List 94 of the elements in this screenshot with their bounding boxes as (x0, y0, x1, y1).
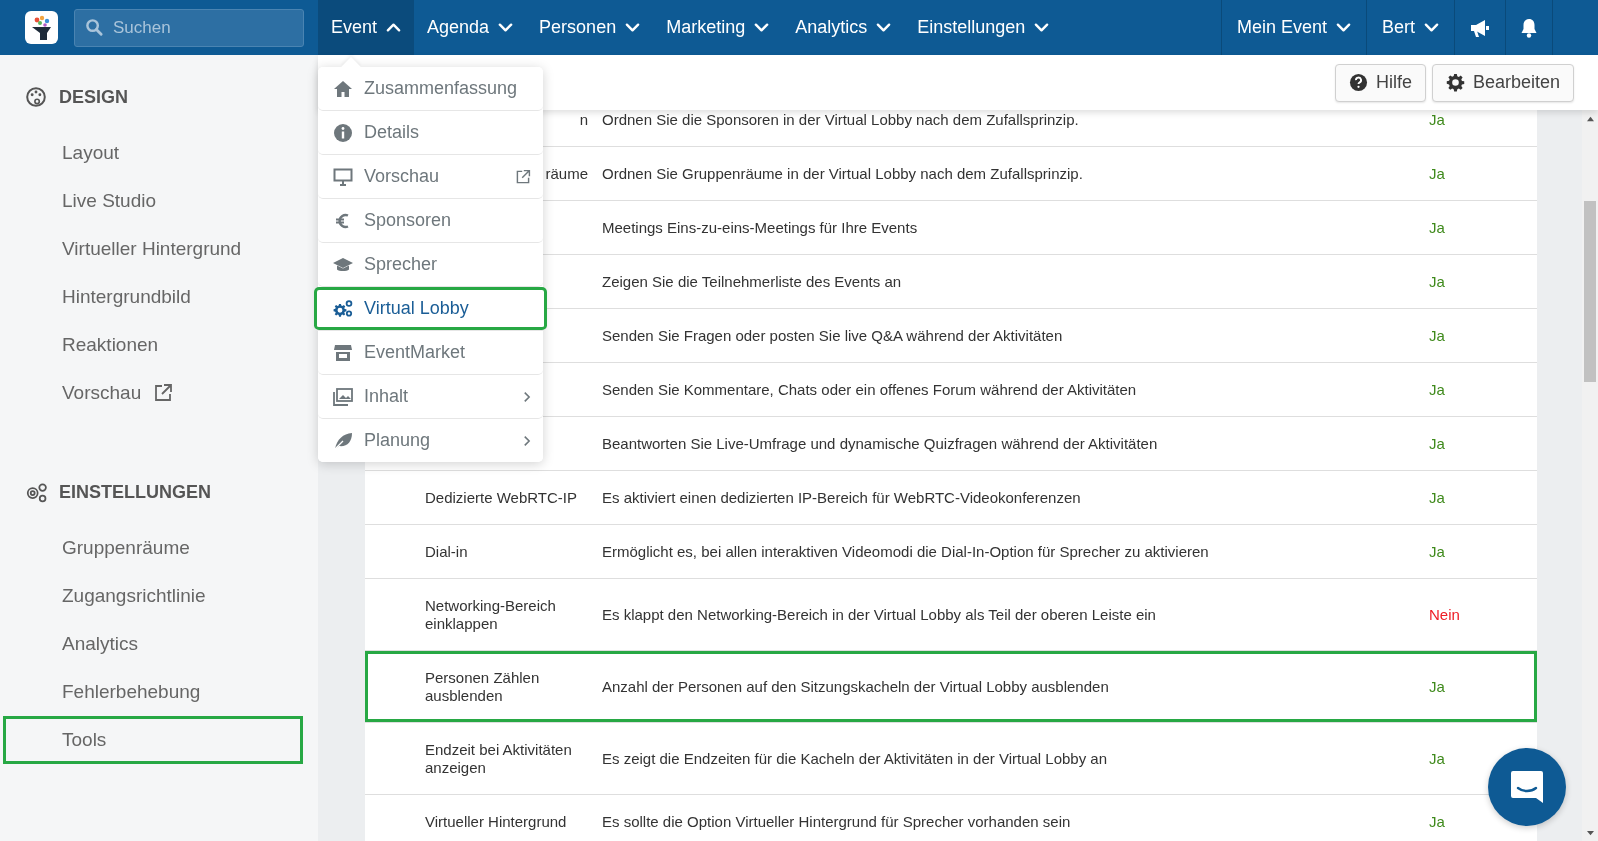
table-cell: Senden Sie Fragen oder posten Sie live Q&A während der Aktivitäten (602, 327, 1063, 344)
table-cell: Ermöglicht es, bei allen interaktiven Videomodi die Dial-In-Option für Sprecher zu aktivieren (602, 543, 1209, 560)
nav-menu[interactable]: Einstellungen (904, 0, 1063, 55)
chevron-down-icon (1336, 20, 1351, 35)
table-cell: Ja (1429, 813, 1445, 830)
scroll-down-icon[interactable] (1585, 830, 1595, 837)
table-cell: Virtueller Hintergrund (425, 812, 567, 830)
store-icon (333, 342, 353, 363)
chevron-down-icon (625, 20, 641, 35)
table-cell: Anzahl der Personen auf den Sitzungskacheln der Virtual Lobby ausblenden (602, 678, 1109, 695)
table-cell: Ja (1429, 678, 1445, 695)
table-cell: Ja (1429, 219, 1445, 236)
sidebar-item[interactable]: Tools (3, 716, 303, 764)
chevron-down-icon (1034, 20, 1050, 35)
help-button[interactable]: Hilfe (1334, 63, 1426, 102)
sidebar-item[interactable]: Layout (3, 129, 303, 177)
menu-item[interactable]: Vorschau (318, 155, 543, 199)
settings-icon (1445, 73, 1465, 92)
table-cell: Ordnen Sie Gruppenräume in der Virtual Lobby nach dem Zufallsprinzip. (602, 165, 1083, 182)
menu-item[interactable]: Virtual Lobby (314, 287, 547, 331)
table-cell: Meetings Eins-zu-eins-Meetings für Ihre Events (602, 219, 918, 236)
chevron-down-icon (754, 20, 770, 35)
table-cell: n (579, 110, 588, 128)
menu-item[interactable]: Planung (318, 419, 543, 462)
table-cell: Dedizierte WebRTC-IP (425, 488, 577, 506)
sidebar-item[interactable]: Vorschau (3, 369, 303, 417)
logo-icon (25, 11, 58, 44)
section-heading: EINSTELLUNGEN (59, 481, 211, 503)
table-cell: Ja (1429, 165, 1445, 182)
table-cell: Networking-Bereich einklappen (425, 596, 556, 632)
bell-icon[interactable] (1520, 17, 1538, 38)
table-cell: Es sollte die Option Virtueller Hintergrund für Sprecher vorhanden sein (602, 813, 1071, 830)
table-cell: Dial-in (425, 542, 468, 560)
monitor-icon (333, 166, 353, 187)
help-icon (1348, 73, 1368, 92)
nav-menu[interactable]: Event (318, 0, 415, 55)
chevron-down-icon (876, 20, 892, 35)
sidebar-item[interactable]: Live Studio (3, 177, 303, 225)
table-cell: Senden Sie Kommentare, Chats oder ein offenes Forum während der Aktivitäten (602, 381, 1137, 398)
scrollbar-thumb[interactable] (1584, 201, 1596, 382)
sidebar-item[interactable]: Zugangsrichtlinie (3, 572, 303, 620)
table-cell: Endzeit bei Aktivitäten anzeigen (425, 740, 572, 776)
nav-menu[interactable]: Analytics (782, 0, 905, 55)
table-cell: Ja (1429, 750, 1445, 767)
table-cell: Nein (1429, 606, 1460, 623)
table-cell: Ja (1429, 381, 1445, 398)
nav-menu[interactable]: Marketing (653, 0, 783, 55)
sidebar-item[interactable]: Analytics (3, 620, 303, 668)
sidebar-item[interactable]: Fehlerbehebung (3, 668, 303, 716)
scrollbar[interactable] (1582, 110, 1598, 841)
menu-item[interactable]: Details (318, 111, 543, 155)
table-cell: Ja (1429, 327, 1445, 344)
sidebar-item[interactable]: Reaktionen (3, 321, 303, 369)
table-cell: Ja (1429, 543, 1445, 560)
section-heading: DESIGN (59, 86, 128, 108)
search-icon (85, 18, 104, 37)
gears-icon (333, 298, 353, 319)
home-icon (333, 78, 353, 99)
table-cell: räume (545, 164, 588, 182)
table-cell: Personen Zählen ausblenden (425, 668, 540, 704)
search-field[interactable]: Suchen (74, 9, 304, 47)
menu-item[interactable]: Sponsoren (318, 199, 543, 243)
table-cell: Es klappt den Networking-Bereich in der Virtual Lobby als Teil der oberen Leiste ein (602, 606, 1156, 623)
sidebar-item[interactable]: Hintergrundbild (3, 273, 303, 321)
table-cell: Ja (1429, 273, 1445, 290)
menu-item[interactable]: Inhalt (318, 375, 543, 419)
edit-button[interactable]: Bearbeiten (1431, 63, 1574, 102)
chat-icon (1509, 769, 1545, 805)
table-cell: Es zeigt die Endzeiten für die Kacheln der Aktivitäten in der Virtual Lobby an (602, 750, 1108, 767)
table-cell: Es aktiviert einen dedizierten IP-Bereich für WebRTC-Videokonferenzen (602, 489, 1081, 506)
sidebar-item[interactable]: Virtueller Hintergrund (3, 225, 303, 273)
menu-item[interactable]: EventMarket (318, 331, 543, 375)
palette-icon (25, 86, 47, 108)
table-cell: Ja (1429, 111, 1445, 128)
sidebar-item[interactable]: Gruppenräume (3, 524, 303, 572)
table-cell: Ja (1429, 435, 1445, 452)
megaphone-icon[interactable] (1469, 17, 1491, 38)
table-cell: Ordnen Sie die Sponsoren in der Virtual Lobby nach dem Zufallsprinzip. (602, 111, 1079, 128)
chevron-down-icon (498, 20, 514, 35)
table-cell: Beantworten Sie Live-Umfrage und dynamische Quizfragen während der Aktivitäten (602, 435, 1158, 452)
images-icon (333, 386, 353, 407)
chevron-down-icon (1424, 20, 1439, 35)
nav-menu[interactable]: Bert (1367, 0, 1454, 55)
nav-menu[interactable]: Agenda (414, 0, 527, 55)
leaf-icon (333, 430, 353, 451)
table-cell: Ja (1429, 489, 1445, 506)
nav-menu[interactable]: Personen (526, 0, 654, 55)
nav-menu[interactable]: Mein Event (1221, 0, 1366, 55)
menu-item[interactable]: Sprecher (318, 243, 543, 287)
scroll-up-icon[interactable] (1585, 115, 1595, 122)
info-icon (333, 122, 353, 143)
menu-item[interactable]: Zusammenfassung (318, 67, 543, 111)
table-cell: Zeigen Sie die Teilnehmerliste des Events an (602, 273, 902, 290)
gears-icon (25, 481, 47, 503)
